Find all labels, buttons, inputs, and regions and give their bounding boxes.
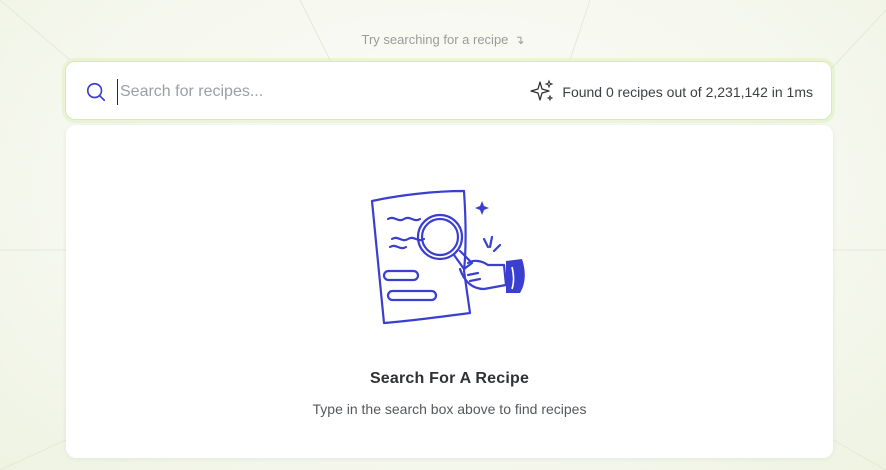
search-input[interactable] — [117, 79, 462, 105]
empty-state-subtitle: Type in the search box above to find rec… — [312, 401, 587, 417]
document-magnifier-illustration — [370, 189, 525, 325]
arrow-down-icon: ↴ — [514, 33, 525, 47]
search-hint: Try searching for a recipe ↴ — [0, 32, 886, 47]
empty-state-title: Search For A Recipe — [369, 370, 530, 387]
sparkle-icon — [530, 79, 554, 101]
search-bar[interactable]: Found 0 recipes out of 2,231,142 in 1ms — [65, 61, 832, 120]
search-icon — [86, 82, 106, 102]
search-hint-text: Try searching for a recipe — [361, 32, 509, 47]
search-status: Found 0 recipes out of 2,231,142 in 1ms — [529, 62, 813, 121]
results-panel: Search For A Recipe Type in the search b… — [66, 125, 833, 458]
search-status-text: Found 0 recipes out of 2,231,142 in 1ms — [562, 83, 813, 100]
